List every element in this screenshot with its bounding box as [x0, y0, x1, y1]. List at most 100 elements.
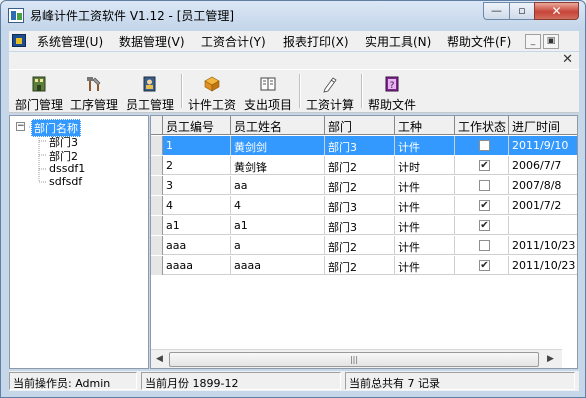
mdi-restore-button[interactable]: ▣ [543, 34, 559, 49]
menu-report-print[interactable]: 报表打印(X) [283, 33, 349, 50]
cell-dept[interactable]: 部门2 [325, 176, 395, 195]
cell-dept[interactable]: 部门3 [325, 216, 395, 235]
cell-status[interactable] [455, 236, 509, 255]
close-button[interactable]: ✕ [534, 2, 579, 20]
table-row[interactable]: 1 黄剑剑 部门3 计件 2011/9/10 [151, 136, 577, 155]
cell-date[interactable]: 2007/8/8 [509, 176, 577, 195]
table-row[interactable]: 3 aa 部门2 计件 2007/8/8 [151, 176, 577, 195]
menu-data[interactable]: 数据管理(V) [119, 33, 185, 50]
cell-type[interactable]: 计件 [395, 176, 455, 195]
status-checkbox[interactable]: ✔ [479, 160, 490, 171]
cell-dept[interactable]: 部门2 [325, 236, 395, 255]
cell-name[interactable]: 4 [231, 196, 325, 215]
cell-id[interactable]: 4 [163, 196, 231, 215]
minimize-button[interactable]: — [483, 2, 510, 20]
horizontal-scrollbar[interactable]: ◀ ||| ▶ [151, 349, 562, 368]
status-checkbox[interactable] [479, 240, 490, 251]
people-icon [143, 76, 156, 92]
row-indicator[interactable] [151, 136, 163, 155]
cell-name[interactable]: aaaa [231, 256, 325, 275]
status-checkbox[interactable] [479, 180, 490, 191]
toolbar-dept-button[interactable]: 部门管理 [13, 72, 65, 112]
cell-date[interactable]: 2011/9/10 [509, 136, 577, 155]
cell-status[interactable]: ✔ [455, 216, 509, 235]
table-row[interactable]: 4 4 部门3 计件 ✔ 2001/7/2 [151, 196, 577, 215]
column-header-dept[interactable]: 部门 [325, 116, 395, 135]
cell-name[interactable]: a [231, 236, 325, 255]
cell-dept[interactable]: 部门2 [325, 156, 395, 175]
cell-status[interactable] [455, 136, 509, 155]
table-row[interactable]: aaaa aaaa 部门2 计件 ✔ 2011/10/23 [151, 256, 577, 275]
cell-type[interactable]: 计件 [395, 196, 455, 215]
cell-name[interactable]: aa [231, 176, 325, 195]
maximize-button[interactable]: ▫ [509, 2, 535, 20]
menu-app-icon[interactable] [12, 34, 26, 47]
cell-dept[interactable]: 部门3 [325, 196, 395, 215]
cell-id[interactable]: 3 [163, 176, 231, 195]
row-indicator[interactable] [151, 216, 163, 235]
toolbar-expense-button[interactable]: 支出项目 [241, 72, 295, 112]
cell-date[interactable]: 2006/7/7 [509, 156, 577, 175]
scroll-thumb[interactable]: ||| [169, 352, 539, 367]
cell-type[interactable]: 计件 [395, 236, 455, 255]
column-header-id[interactable]: 员工编号 [163, 116, 231, 135]
cell-status[interactable]: ✔ [455, 156, 509, 175]
cell-date[interactable] [509, 216, 577, 235]
tree-collapse-icon[interactable]: − [16, 122, 25, 131]
toolbar-process-button[interactable]: 工序管理 [67, 72, 121, 112]
table-row[interactable]: 2 黄剑锋 部门2 计时 ✔ 2006/7/7 [151, 156, 577, 175]
cell-name[interactable]: a1 [231, 216, 325, 235]
cell-status[interactable]: ✔ [455, 196, 509, 215]
mdi-minimize-button[interactable]: _ [525, 34, 541, 49]
scroll-left-icon[interactable]: ◀ [152, 352, 167, 367]
column-header-name[interactable]: 员工姓名 [231, 116, 325, 135]
row-indicator[interactable] [151, 196, 163, 215]
cell-dept[interactable]: 部门3 [325, 136, 395, 155]
status-checkbox[interactable]: ✔ [479, 220, 490, 231]
cell-status[interactable]: ✔ [455, 256, 509, 275]
cell-id[interactable]: a1 [163, 216, 231, 235]
cell-date[interactable]: 2011/10/23 [509, 256, 577, 275]
cell-type[interactable]: 计件 [395, 136, 455, 155]
table-row[interactable]: aaa a 部门2 计件 2011/10/23 [151, 236, 577, 255]
toolbar-help-button[interactable]: ? 帮助文件 [365, 72, 419, 112]
title-bar[interactable]: 易峰计件工资软件 V1.12 - [员工管理] — ▫ ✕ [1, 1, 585, 30]
cell-name[interactable]: 黄剑锋 [231, 156, 325, 175]
column-header-date[interactable]: 进厂时间 [509, 116, 577, 135]
cell-id[interactable]: aaa [163, 236, 231, 255]
column-header-status[interactable]: 工作状态 [455, 116, 509, 135]
cell-id[interactable]: 2 [163, 156, 231, 175]
table-row[interactable]: a1 a1 部门3 计件 ✔ [151, 216, 577, 235]
tree-node[interactable]: sdfsdf [49, 175, 82, 188]
menu-tools[interactable]: 实用工具(N) [365, 33, 431, 50]
mdi-close-icon[interactable]: ✕ [562, 52, 573, 67]
status-checkbox[interactable] [479, 140, 490, 151]
row-indicator[interactable] [151, 236, 163, 255]
status-checkbox[interactable]: ✔ [479, 260, 490, 271]
toolbar-piecework-button[interactable]: 计件工资 [185, 72, 239, 112]
cell-date[interactable]: 2001/7/2 [509, 196, 577, 215]
cell-type[interactable]: 计件 [395, 216, 455, 235]
cell-id[interactable]: 1 [163, 136, 231, 155]
cell-type[interactable]: 计件 [395, 256, 455, 275]
scroll-right-icon[interactable]: ▶ [543, 352, 558, 367]
cell-id[interactable]: aaaa [163, 256, 231, 275]
status-operator: 当前操作员: Admin [9, 372, 137, 390]
cell-date[interactable]: 2011/10/23 [509, 236, 577, 255]
row-indicator[interactable] [151, 176, 163, 195]
cell-name[interactable]: 黄剑剑 [231, 136, 325, 155]
column-header-type[interactable]: 工种 [395, 116, 455, 135]
toolbar-employee-button[interactable]: 员工管理 [123, 72, 177, 112]
menu-system[interactable]: 系统管理(U) [37, 33, 103, 50]
cell-dept[interactable]: 部门2 [325, 256, 395, 275]
toolbar-calc-button[interactable]: 工资计算 [303, 72, 357, 112]
row-indicator[interactable] [151, 256, 163, 275]
department-tree[interactable]: − 部门名称 部门3 部门2 dssdf1 sdfsdf [9, 115, 149, 369]
cell-type[interactable]: 计时 [395, 156, 455, 175]
cell-status[interactable] [455, 176, 509, 195]
tree-node[interactable]: dssdf1 [49, 162, 85, 175]
menu-salary-total[interactable]: 工资合计(Y) [201, 33, 266, 50]
status-checkbox[interactable]: ✔ [479, 200, 490, 211]
menu-help[interactable]: 帮助文件(F) [447, 33, 511, 50]
row-indicator[interactable] [151, 156, 163, 175]
